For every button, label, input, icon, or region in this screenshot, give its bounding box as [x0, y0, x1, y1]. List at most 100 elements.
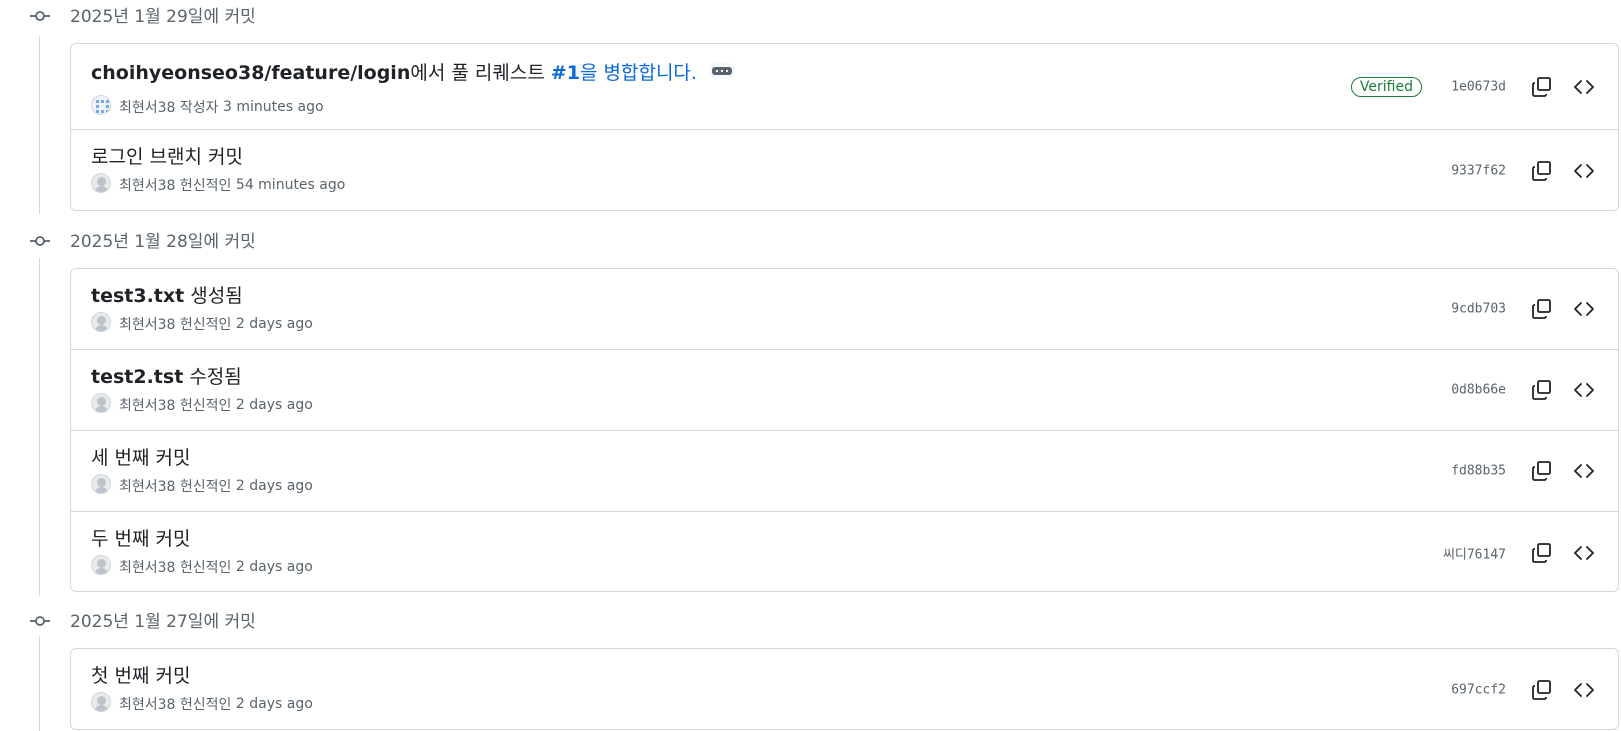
commit-role: 헌신적인: [179, 178, 232, 194]
code-browse-icon[interactable]: [1572, 541, 1596, 565]
commit-row: 두 번째 커밋 최현서38 헌신적인 2 days ago 씨디76147: [71, 512, 1618, 593]
copy-icon[interactable]: [1530, 159, 1554, 183]
commit-title[interactable]: 첫 번째 커밋: [91, 661, 190, 688]
commit-sha[interactable]: 0d8b66e: [1451, 383, 1506, 398]
avatar[interactable]: [91, 173, 111, 193]
commit-actions: 0d8b66e: [1218, 350, 1618, 430]
code-browse-icon[interactable]: [1572, 75, 1596, 99]
commit-actions: 씨디76147: [1218, 512, 1618, 593]
commit-title-file[interactable]: test2.tst: [91, 366, 183, 388]
commit-role: 헌신적인: [179, 398, 232, 414]
commit-group-date: 2025년 1월 29일에 커밋: [70, 7, 256, 27]
code-browse-icon[interactable]: [1572, 297, 1596, 321]
git-commit-icon: [30, 616, 50, 626]
commit-author[interactable]: 최현서38: [119, 560, 175, 576]
commit-meta: 최현서38 작성자 3 minutes ago: [91, 95, 324, 119]
git-commit-icon: [30, 11, 50, 21]
commit-sha[interactable]: 9337f62: [1451, 163, 1506, 178]
commit-meta: 최현서38 헌신적인 2 days ago: [91, 393, 313, 417]
commit-title-tail[interactable]: 을 병합합니다.: [580, 62, 697, 84]
commit-time: 3 minutes ago: [223, 99, 324, 115]
commit-sha[interactable]: 씨디76147: [1443, 543, 1506, 562]
commit-row: choihyeonseo38/feature/login에서 풀 리퀘스트 #1…: [71, 44, 1618, 130]
copy-icon[interactable]: [1530, 459, 1554, 483]
commit-time: 2 days ago: [235, 316, 313, 332]
code-browse-icon[interactable]: [1572, 678, 1596, 702]
commit-title-branch[interactable]: choihyeonseo38/feature/login: [91, 62, 410, 84]
timeline-line: [39, 36, 40, 214]
commit-row: 세 번째 커밋 최현서38 헌신적인 2 days ago fd88b35: [71, 431, 1618, 512]
code-browse-icon[interactable]: [1572, 459, 1596, 483]
commit-role: 헌신적인: [179, 317, 232, 333]
commit-role: 헌신적인: [179, 479, 232, 495]
commit-author[interactable]: 최현서38: [119, 398, 175, 414]
commit-title-text[interactable]: 수정됨: [183, 366, 241, 388]
commit-title: choihyeonseo38/feature/login에서 풀 리퀘스트 #1…: [91, 58, 735, 85]
avatar[interactable]: [91, 393, 111, 413]
copy-icon[interactable]: [1530, 378, 1554, 402]
code-browse-icon[interactable]: [1572, 159, 1596, 183]
commit-time: 2 days ago: [235, 696, 313, 712]
commit-meta: 최현서38 헌신적인 2 days ago: [91, 474, 313, 498]
commit-actions: 9cdb703: [1218, 269, 1618, 349]
commit-actions: fd88b35: [1218, 431, 1618, 511]
avatar[interactable]: [91, 312, 111, 332]
commit-actions: 9337f62: [1218, 130, 1618, 211]
copy-icon[interactable]: [1530, 75, 1554, 99]
commit-title[interactable]: test2.tst 수정됨: [91, 362, 242, 389]
commit-row: test2.tst 수정됨 최현서38 헌신적인 2 days ago 0d8b…: [71, 350, 1618, 431]
commit-sha[interactable]: fd88b35: [1451, 464, 1506, 479]
commit-group-header: 2025년 1월 29일에 커밋: [0, 0, 600, 30]
commit-sha[interactable]: 697ccf2: [1451, 682, 1506, 697]
verified-badge[interactable]: Verified: [1350, 76, 1422, 97]
commit-author[interactable]: 최현서38: [119, 100, 175, 116]
commit-title-file[interactable]: test3.txt: [91, 285, 184, 307]
commit-author[interactable]: 최현서38: [119, 697, 175, 713]
commit-list: 첫 번째 커밋 최현서38 헌신적인 2 days ago 697ccf2: [70, 648, 1619, 730]
commit-group-header: 2025년 1월 27일에 커밋: [0, 605, 600, 635]
commit-title[interactable]: 로그인 브랜치 커밋: [91, 142, 243, 169]
commit-actions: Verified 1e0673d: [1218, 44, 1618, 129]
commit-author[interactable]: 최현서38: [119, 479, 175, 495]
commit-actions: 697ccf2: [1218, 649, 1618, 730]
commit-group-date: 2025년 1월 27일에 커밋: [70, 612, 256, 632]
git-commit-icon: [30, 236, 50, 246]
commit-author[interactable]: 최현서38: [119, 178, 175, 194]
avatar[interactable]: [91, 692, 111, 712]
commit-role: 작성자: [179, 100, 219, 116]
timeline-line: [39, 258, 40, 596]
commit-title[interactable]: 두 번째 커밋: [91, 524, 190, 551]
copy-icon[interactable]: [1530, 297, 1554, 321]
commit-row: 첫 번째 커밋 최현서38 헌신적인 2 days ago 697ccf2: [71, 649, 1618, 730]
commit-list: choihyeonseo38/feature/login에서 풀 리퀘스트 #1…: [70, 43, 1619, 211]
code-browse-icon[interactable]: [1572, 378, 1596, 402]
commit-group-date: 2025년 1월 28일에 커밋: [70, 232, 256, 252]
commit-group-header: 2025년 1월 28일에 커밋: [0, 225, 600, 255]
commit-title-text[interactable]: 생성됨: [184, 285, 242, 307]
copy-icon[interactable]: [1530, 678, 1554, 702]
commit-title[interactable]: 세 번째 커밋: [91, 443, 190, 470]
commit-meta: 최현서38 헌신적인 2 days ago: [91, 555, 313, 579]
commit-row: 로그인 브랜치 커밋 최현서38 헌신적인 54 minutes ago 933…: [71, 130, 1618, 211]
commit-row: test3.txt 생성됨 최현서38 헌신적인 2 days ago 9cdb…: [71, 269, 1618, 350]
commit-title[interactable]: test3.txt 생성됨: [91, 281, 243, 308]
commit-meta: 최현서38 헌신적인 2 days ago: [91, 312, 313, 336]
commit-author[interactable]: 최현서38: [119, 317, 175, 333]
avatar[interactable]: [91, 95, 111, 115]
avatar[interactable]: [91, 555, 111, 575]
commit-meta: 최현서38 헌신적인 54 minutes ago: [91, 173, 346, 197]
ellipsis-icon[interactable]: [708, 62, 735, 79]
pull-request-link[interactable]: #1: [551, 62, 580, 84]
copy-icon[interactable]: [1530, 541, 1554, 565]
timeline-line: [39, 636, 40, 731]
commit-time: 54 minutes ago: [235, 177, 346, 193]
commit-title-text[interactable]: 에서 풀 리퀘스트: [410, 62, 550, 84]
commit-sha[interactable]: 1e0673d: [1451, 79, 1506, 94]
commit-sha[interactable]: 9cdb703: [1451, 302, 1506, 317]
commit-list: test3.txt 생성됨 최현서38 헌신적인 2 days ago 9cdb…: [70, 268, 1619, 592]
commit-time: 2 days ago: [235, 397, 313, 413]
commit-time: 2 days ago: [235, 478, 313, 494]
commit-role: 헌신적인: [179, 560, 232, 576]
avatar[interactable]: [91, 474, 111, 494]
commit-time: 2 days ago: [235, 559, 313, 575]
